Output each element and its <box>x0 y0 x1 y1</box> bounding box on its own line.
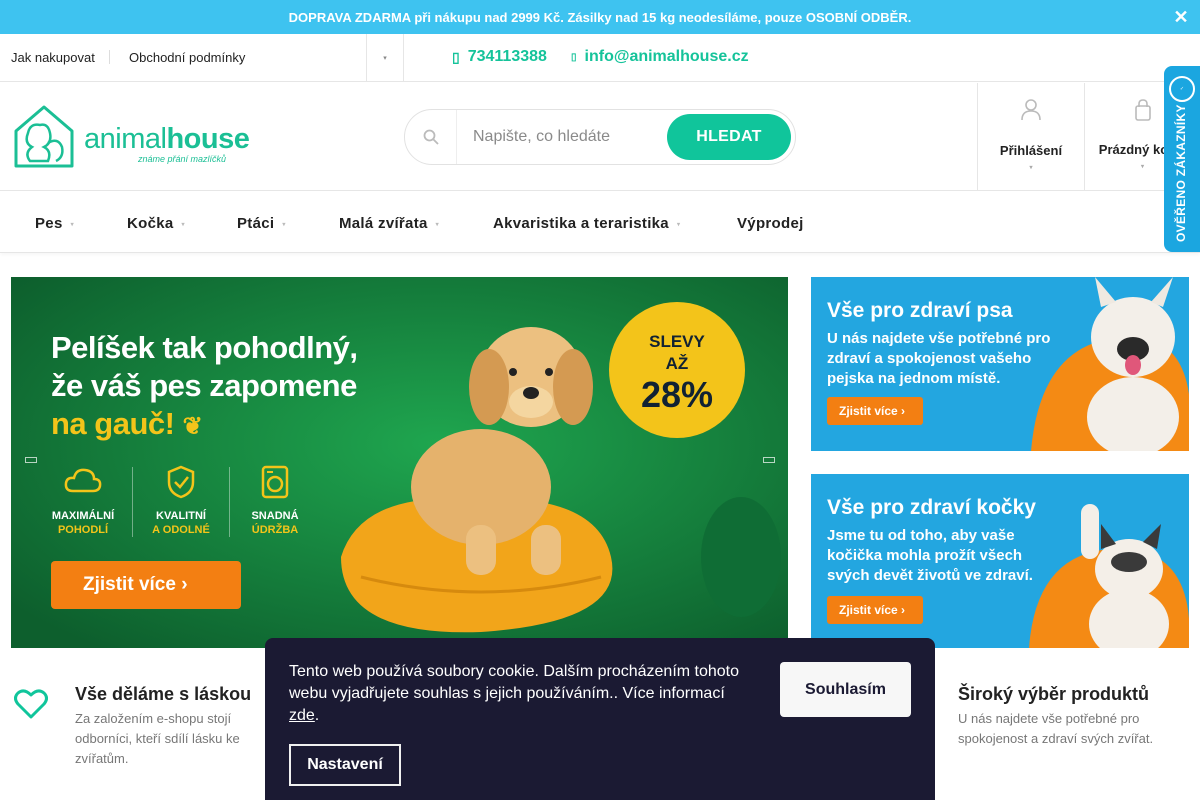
usp-love-text: Za založením e-shopu stojí odborníci, kt… <box>75 711 240 766</box>
hero-banner[interactable]: Pelíšek tak pohodlný, že váš pes zapomen… <box>11 277 788 648</box>
user-icon <box>978 99 1084 125</box>
email-icon: ▯ <box>571 51 577 63</box>
cookie-consent-panel: Tento web používá soubory cookie. Dalším… <box>265 638 935 800</box>
dog-health-banner[interactable]: Vše pro zdraví psa U nás najdete vše pot… <box>811 277 1189 451</box>
link-how-to-buy[interactable]: Jak nakupovat <box>11 50 95 65</box>
shield-check-icon <box>167 465 195 499</box>
logo-tagline: známe přání mazlíčků <box>138 154 227 164</box>
chevron-down-icon: ▾ <box>676 221 681 228</box>
main-menu: Pes ▾ Kočka ▾ Ptáci ▾ Malá zvířata ▾ Akvaris… <box>0 192 1200 253</box>
logo-wordmark: animalhouse <box>84 123 250 155</box>
heart-icon <box>14 689 48 719</box>
cookie-accept-button[interactable]: Souhlasím <box>780 662 911 717</box>
free-shipping-notice: DOPRAVA ZDARMA při nákupu nad 2999 Kč. Z… <box>0 0 1200 34</box>
chevron-down-icon: ▾ <box>70 221 74 228</box>
usp-selection-title: Široký výběr produktů <box>958 684 1150 704</box>
phone-icon: ▯ <box>452 48 460 65</box>
search-input[interactable] <box>459 118 669 156</box>
more-links-toggle[interactable]: ▾ <box>366 34 404 82</box>
cookie-info-link[interactable]: zde <box>289 707 315 724</box>
banner-cta-button[interactable]: Zjistit více › <box>827 397 923 425</box>
divider <box>109 50 110 64</box>
search-bar: HLEDAT <box>404 109 796 165</box>
feature-comfort: MAXIMÁLNÍ POHODLÍ <box>43 465 123 537</box>
top-links-bar: Jak nakupovat Obchodní podmínky ▾ ▯ 7341… <box>0 34 1200 82</box>
logo[interactable]: animalhouse známe přání mazlíčků <box>12 103 250 171</box>
menu-item-cat[interactable]: Kočka ▾ <box>127 215 185 232</box>
usp-love-title: Vše děláme s láskou <box>75 684 252 704</box>
phone-contact[interactable]: ▯ 734113388 <box>452 48 547 66</box>
cat-health-banner[interactable]: Vše pro zdraví kočky Jsme tu od toho, ab… <box>811 474 1189 648</box>
chevron-down-icon: ▾ <box>181 221 185 228</box>
cloud-icon <box>64 468 102 493</box>
menu-item-aquaristics[interactable]: Akvaristika a teraristika ▾ <box>493 215 680 232</box>
banner-title: Vše pro zdraví psa <box>827 299 1013 322</box>
chevron-down-icon: ▾ <box>1029 165 1033 171</box>
cookie-text: Tento web používá soubory cookie. Dalším… <box>289 663 740 724</box>
chevron-down-icon: ▾ <box>435 221 439 228</box>
feature-easy-care: SNADNÁ ÚDRŽBA <box>235 465 315 537</box>
hero-cta-button[interactable]: Zjistit více › <box>51 561 241 609</box>
site-header: animalhouse známe přání mazlíčků HLEDAT … <box>0 83 1200 191</box>
menu-item-birds[interactable]: Ptáci ▾ <box>237 215 286 232</box>
notice-text: DOPRAVA ZDARMA při nákupu nad 2999 Kč. Z… <box>288 9 912 25</box>
email-address: info@animalhouse.cz <box>584 48 749 65</box>
discount-badge: SLEVY AŽ 28% <box>609 302 745 438</box>
divider <box>132 467 133 537</box>
washing-machine-icon <box>261 465 289 499</box>
login-label: Přihlášení <box>999 143 1063 158</box>
login-button[interactable]: Přihlášení ▾ <box>977 83 1084 190</box>
chevron-down-icon: ▾ <box>282 221 286 228</box>
close-icon[interactable]: ✕ <box>1172 8 1190 26</box>
paw-icon: ❦ <box>182 413 203 440</box>
cookie-settings-button[interactable]: Nastavení <box>289 744 401 786</box>
chevron-right-icon: › <box>181 574 188 595</box>
heureka-seal-icon: ✓ <box>1169 76 1195 102</box>
banner-text: Jsme tu od toho, aby vaše kočička mohla … <box>827 527 1033 584</box>
slider-prev-button[interactable] <box>25 457 37 463</box>
banner-text: U nás najdete vše potřebné pro zdraví a … <box>827 330 1051 387</box>
banner-cta-button[interactable]: Zjistit více › <box>827 596 923 624</box>
banner-title: Vše pro zdraví kočky <box>827 496 1036 519</box>
slider-next-button[interactable] <box>763 457 775 463</box>
phone-number: 734113388 <box>467 48 547 65</box>
divider <box>229 467 230 537</box>
usp-selection-text: U nás najdete vše potřebné pro spokojeno… <box>958 711 1154 746</box>
menu-item-small-animals[interactable]: Malá zvířata ▾ <box>339 215 439 232</box>
search-icon[interactable] <box>405 110 457 164</box>
feature-quality: KVALITNÍ A ODOLNÉ <box>141 465 221 537</box>
search-button[interactable]: HLEDAT <box>667 114 791 160</box>
menu-item-sale[interactable]: Výprodej <box>737 215 804 232</box>
house-pet-logo-icon <box>14 105 74 168</box>
email-contact[interactable]: ▯ info@animalhouse.cz <box>571 48 749 66</box>
hero-title: Pelíšek tak pohodlný, že váš pes zapomen… <box>51 330 358 441</box>
menu-item-dog[interactable]: Pes ▾ <box>35 215 74 232</box>
link-terms[interactable]: Obchodní podmínky <box>129 50 245 65</box>
